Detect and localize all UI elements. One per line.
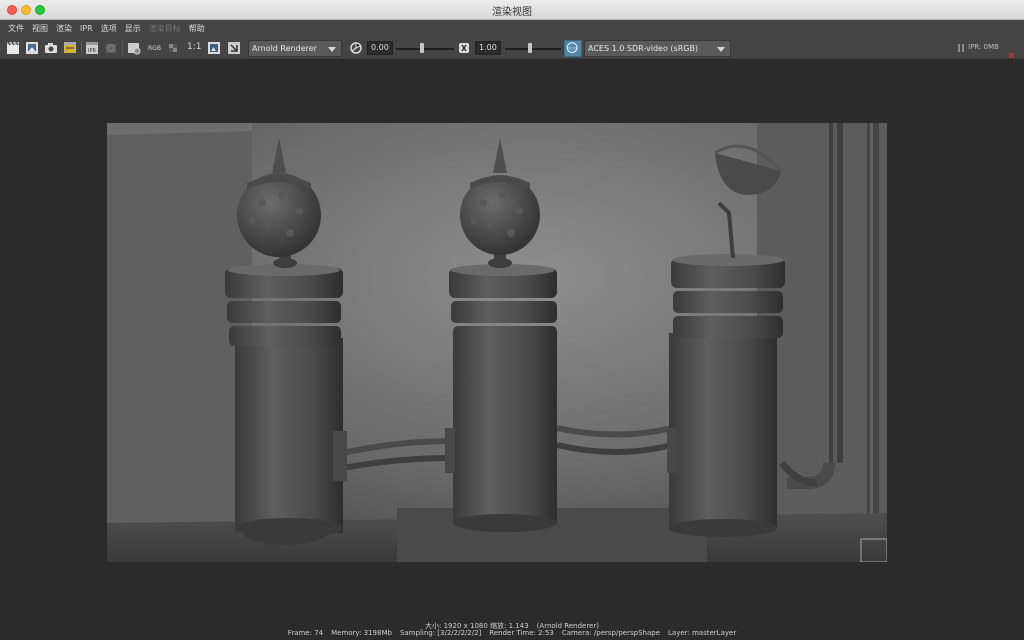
gamma-field[interactable]: 1.00 [475, 41, 501, 55]
redo-render-icon[interactable] [6, 41, 20, 55]
snapshot-icon[interactable] [44, 41, 58, 55]
view-transform-value: ACES 1.0 SDR-video (sRGB) [588, 44, 699, 53]
menu-bar: 文件 视图 渲染 IPR 选项 显示 渲染目标 帮助 [0, 20, 1024, 37]
gamma-slider[interactable] [505, 48, 561, 50]
render-toolbar: IPR RGB 1:1 Arnold Renderer 0.00 1.00 OC… [0, 37, 1024, 59]
render-settings-icon[interactable] [127, 41, 141, 55]
rgb-channel-toggle[interactable]: RGB [148, 45, 161, 52]
ocio-label: OCIO [568, 46, 577, 50]
display-region-icon[interactable] [227, 41, 241, 55]
ipr-render-icon[interactable]: IPR [85, 41, 99, 55]
render-scene [107, 123, 887, 562]
render-time-readout: Render Time: 2:53 [489, 629, 554, 637]
layer-readout: Layer: masterLayer [668, 629, 737, 637]
alpha-channel-icon[interactable] [166, 41, 180, 55]
color-management-toggle[interactable]: OCIO [564, 40, 582, 57]
menu-ipr[interactable]: IPR [76, 20, 97, 37]
chevron-down-icon [328, 47, 336, 52]
exposure-slider-handle[interactable] [420, 43, 425, 53]
gamma-slider-handle[interactable] [528, 43, 533, 53]
exposure-icon [349, 41, 363, 55]
renderer-dropdown[interactable]: Arnold Renderer [248, 40, 342, 57]
frame-readout: Frame: 74 [287, 629, 324, 637]
renderer-dropdown-value: Arnold Renderer [252, 44, 317, 53]
render-sequence-icon[interactable] [63, 41, 77, 55]
menu-render-target: 渲染目标 [148, 24, 181, 33]
view-transform-dropdown[interactable]: ACES 1.0 SDR-video (sRGB) [584, 40, 731, 57]
frame-image-icon[interactable] [207, 41, 221, 55]
menu-help[interactable]: 帮助 [185, 20, 209, 37]
menu-options[interactable]: 选项 [97, 20, 121, 37]
title-bar: 渲染视图 [0, 0, 1024, 20]
stop-ipr-icon[interactable] [1008, 44, 1015, 59]
real-size-toggle[interactable]: 1:1 [187, 42, 201, 52]
window-title: 渲染视图 [492, 7, 532, 18]
menu-render[interactable]: 渲染 [52, 20, 76, 37]
toolbar-separator [122, 41, 123, 55]
ipr-memory-readout: IPR: 0MB [968, 43, 999, 51]
chevron-down-icon [717, 47, 725, 52]
sampling-readout: Sampling: [3/2/2/2/2/2] [399, 629, 482, 637]
menu-file[interactable]: 文件 [4, 20, 28, 37]
gamma-icon [457, 41, 471, 55]
render-region-icon[interactable] [25, 41, 39, 55]
memory-readout: Memory: 3198Mb [331, 629, 392, 637]
svg-text:IPR: IPR [88, 48, 96, 54]
refresh-ipr-icon [104, 41, 118, 55]
camera-readout: Camera: /persp/perspShape [561, 629, 661, 637]
menu-view[interactable]: 视图 [28, 20, 52, 37]
pause-ipr-icon[interactable] [954, 41, 964, 55]
toolbar-separator [81, 41, 82, 55]
exposure-field[interactable]: 0.00 [367, 41, 393, 55]
exposure-slider[interactable] [396, 48, 454, 50]
render-info-line2: Frame: 74 Memory: 3198Mb Sampling: [3/2/2/… [0, 629, 1024, 637]
rendered-image[interactable] [107, 123, 887, 562]
menu-display[interactable]: 显示 [121, 20, 145, 37]
